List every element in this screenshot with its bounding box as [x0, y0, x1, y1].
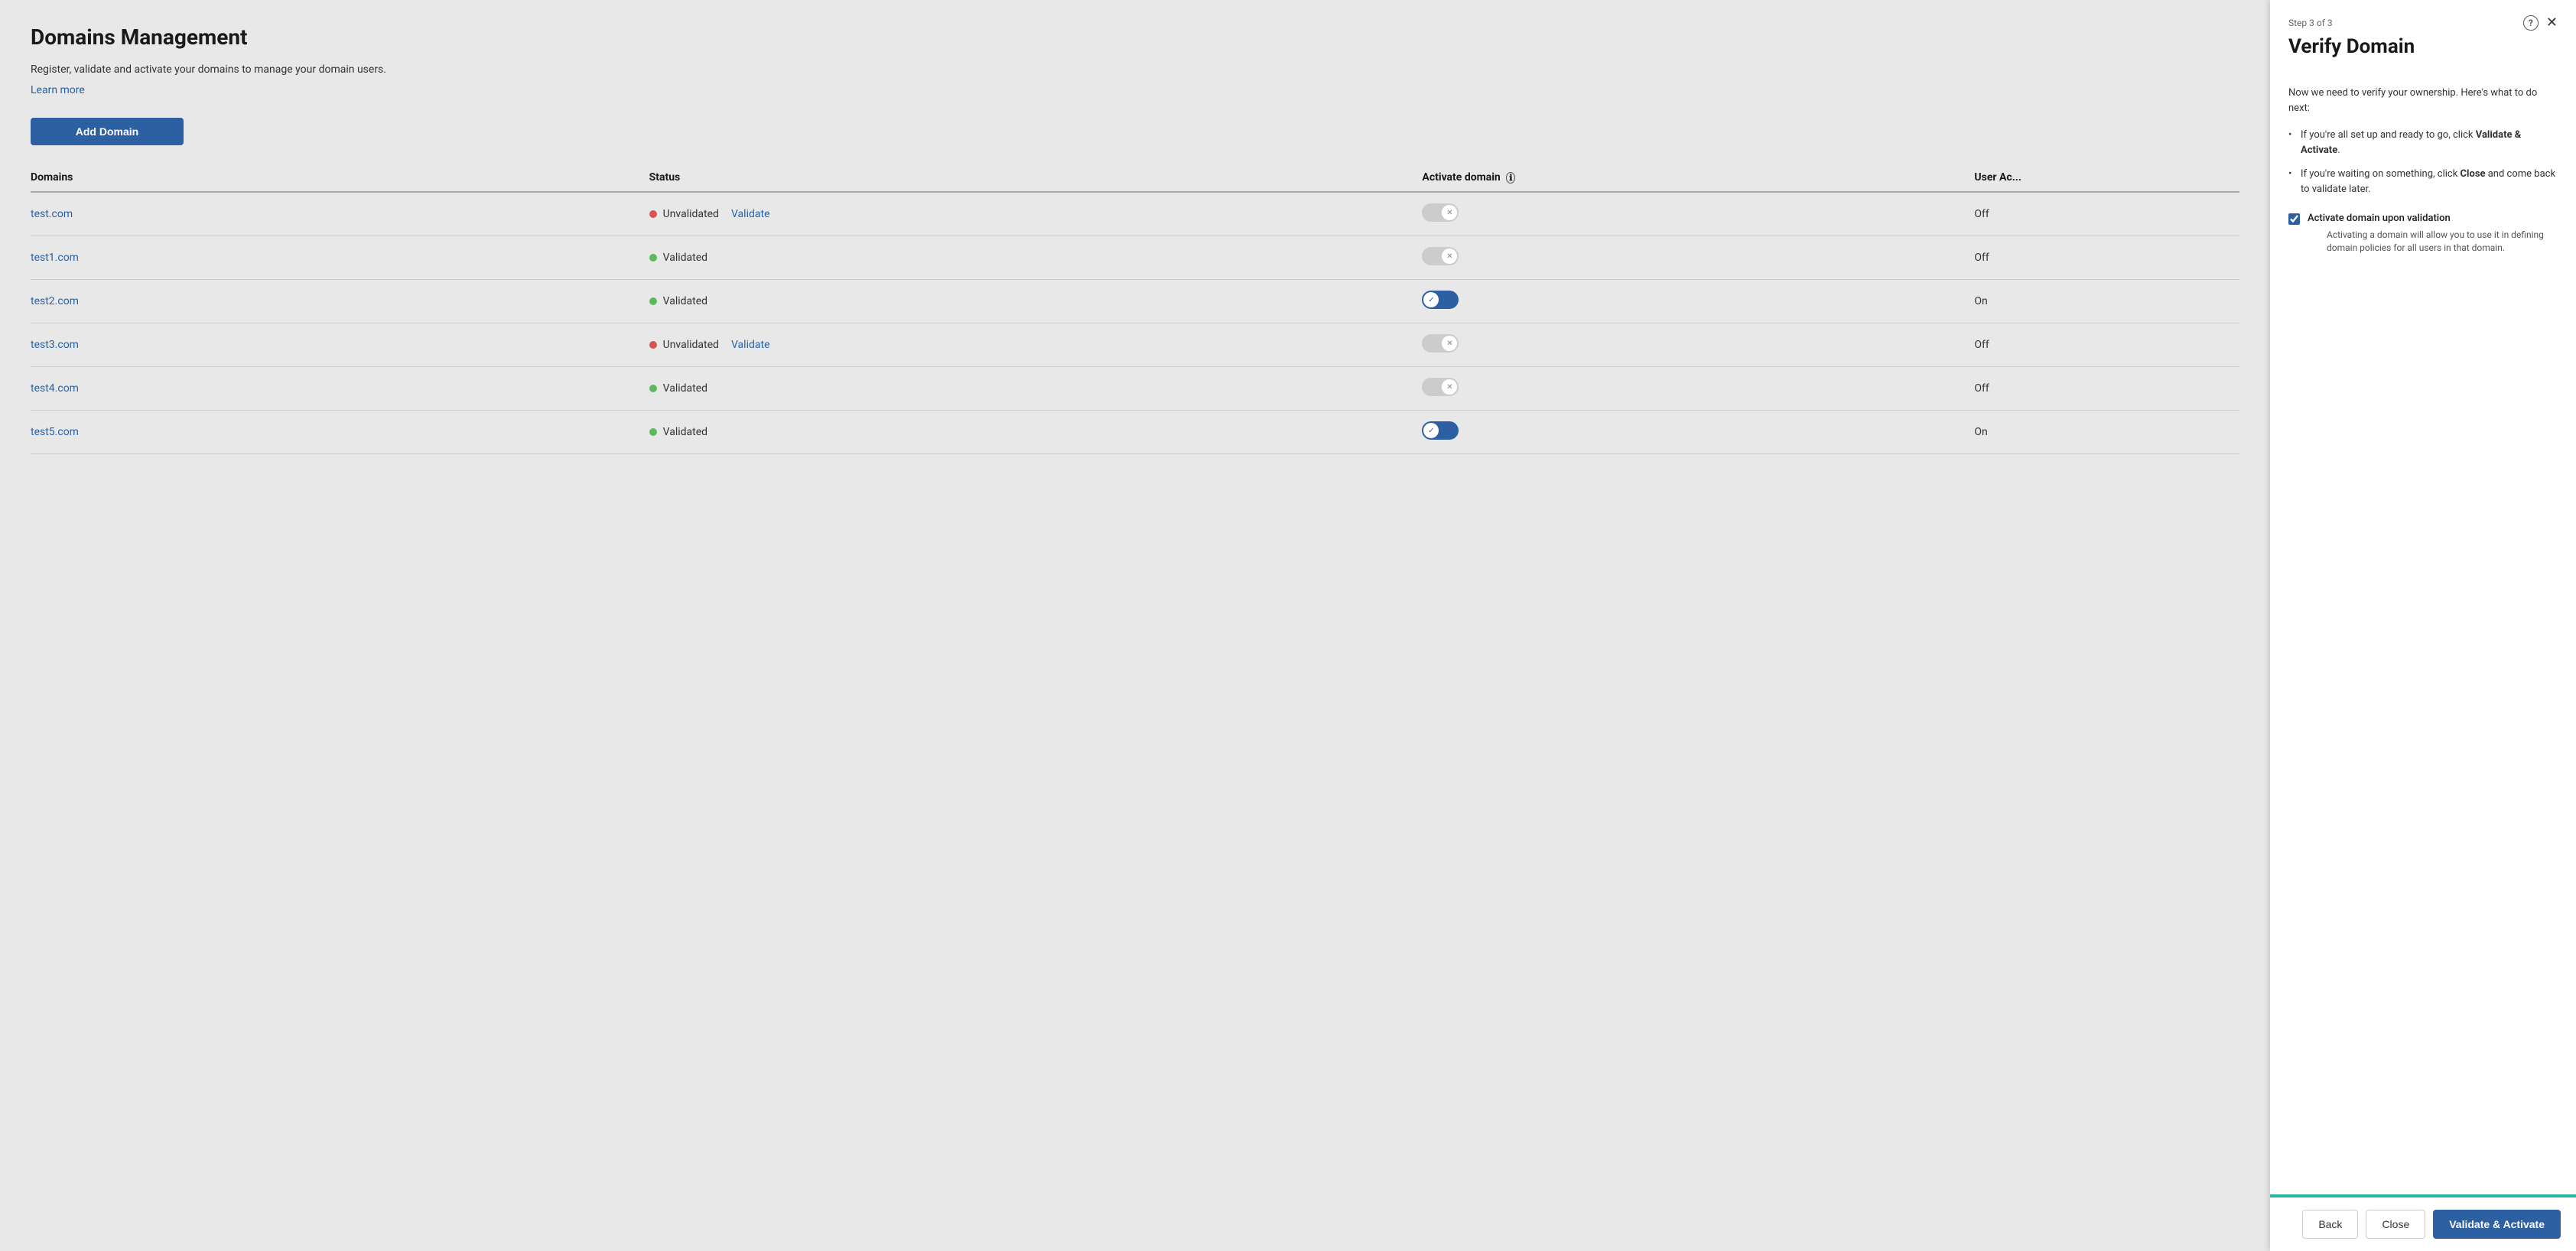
- col-header-activate: Activate domain ℹ: [1422, 164, 1974, 192]
- status-text: Validated: [663, 426, 707, 438]
- user-accounts-value: Off: [1974, 367, 2239, 411]
- learn-more-link[interactable]: Learn more: [31, 84, 85, 96]
- checkbox-description: Activating a domain will allow you to us…: [2327, 229, 2558, 255]
- panel-footer: Back Close Validate & Activate: [2270, 1197, 2576, 1251]
- status-text: Unvalidated: [663, 208, 719, 220]
- status-dot: [649, 385, 657, 392]
- user-accounts-value: On: [1974, 280, 2239, 323]
- validate-activate-button[interactable]: Validate & Activate: [2433, 1210, 2561, 1239]
- table-row: test.com Unvalidated Validate ✕ Off: [31, 192, 2239, 236]
- col-header-domains: Domains: [31, 164, 649, 192]
- page-title: Domains Management: [31, 24, 2239, 50]
- activate-toggle[interactable]: ✓: [1422, 291, 1459, 309]
- status-dot: [649, 341, 657, 349]
- user-accounts-value: Off: [1974, 323, 2239, 367]
- activate-toggle[interactable]: ✓: [1422, 421, 1459, 440]
- panel-body: Now we need to verify your ownership. He…: [2270, 70, 2576, 1194]
- domain-link[interactable]: test1.com: [31, 252, 79, 264]
- close-button[interactable]: Close: [2366, 1210, 2425, 1239]
- activate-toggle[interactable]: ✕: [1422, 247, 1459, 265]
- validate-link[interactable]: Validate: [731, 339, 770, 351]
- table-row: test1.com Validated ✕ Off: [31, 236, 2239, 280]
- domain-link[interactable]: test3.com: [31, 339, 79, 351]
- status-dot: [649, 297, 657, 305]
- domain-link[interactable]: test4.com: [31, 382, 79, 395]
- sidebar-panel: Step 3 of 3 ? ✕ Verify Domain Now we nee…: [2270, 0, 2576, 1251]
- instruction-item-1: If you're all set up and ready to go, cl…: [2288, 128, 2558, 158]
- user-accounts-value: On: [1974, 411, 2239, 454]
- close-x-icon[interactable]: ✕: [2546, 16, 2558, 30]
- panel-header: Step 3 of 3 ? ✕ Verify Domain: [2270, 0, 2576, 70]
- page-description: Register, validate and activate your dom…: [31, 62, 2239, 78]
- instruction-item-2: If you're waiting on something, click Cl…: [2288, 167, 2558, 197]
- activate-toggle[interactable]: ✕: [1422, 334, 1459, 353]
- table-row: test4.com Validated ✕ Off: [31, 367, 2239, 411]
- activate-toggle[interactable]: ✕: [1422, 378, 1459, 396]
- status-text: Validated: [663, 252, 707, 264]
- activate-toggle[interactable]: ✕: [1422, 203, 1459, 222]
- table-row: test5.com Validated ✓ On: [31, 411, 2239, 454]
- domain-link[interactable]: test2.com: [31, 295, 79, 307]
- add-domain-button[interactable]: Add Domain: [31, 118, 184, 145]
- table-row: test3.com Unvalidated Validate ✕ Off: [31, 323, 2239, 367]
- status-dot: [649, 428, 657, 436]
- col-header-status: Status: [649, 164, 1423, 192]
- instructions-list: If you're all set up and ready to go, cl…: [2288, 128, 2558, 197]
- domain-link[interactable]: test.com: [31, 208, 73, 220]
- intro-text: Now we need to verify your ownership. He…: [2288, 86, 2558, 115]
- help-icon[interactable]: ?: [2523, 15, 2539, 31]
- main-content: Domains Management Register, validate an…: [0, 0, 2270, 1251]
- status-dot: [649, 210, 657, 218]
- info-icon: ℹ: [1506, 172, 1515, 184]
- user-accounts-value: Off: [1974, 236, 2239, 280]
- user-accounts-value: Off: [1974, 192, 2239, 236]
- col-header-user: User Ac...: [1974, 164, 2239, 192]
- domains-table: Domains Status Activate domain ℹ User Ac…: [31, 164, 2239, 454]
- checkbox-label[interactable]: Activate domain upon validation: [2308, 213, 2451, 224]
- back-button[interactable]: Back: [2302, 1210, 2358, 1239]
- status-text: Unvalidated: [663, 339, 719, 351]
- status-dot: [649, 254, 657, 262]
- activate-checkbox[interactable]: [2288, 213, 2300, 225]
- status-text: Validated: [663, 295, 707, 307]
- table-row: test2.com Validated ✓ On: [31, 280, 2239, 323]
- step-label: Step 3 of 3: [2288, 18, 2333, 28]
- domain-link[interactable]: test5.com: [31, 426, 79, 438]
- panel-title: Verify Domain: [2288, 35, 2558, 58]
- validate-link[interactable]: Validate: [731, 208, 770, 220]
- step-info: Step 3 of 3 ? ✕: [2288, 15, 2558, 31]
- checkbox-row: Activate domain upon validation Activati…: [2288, 212, 2558, 255]
- status-text: Validated: [663, 382, 707, 395]
